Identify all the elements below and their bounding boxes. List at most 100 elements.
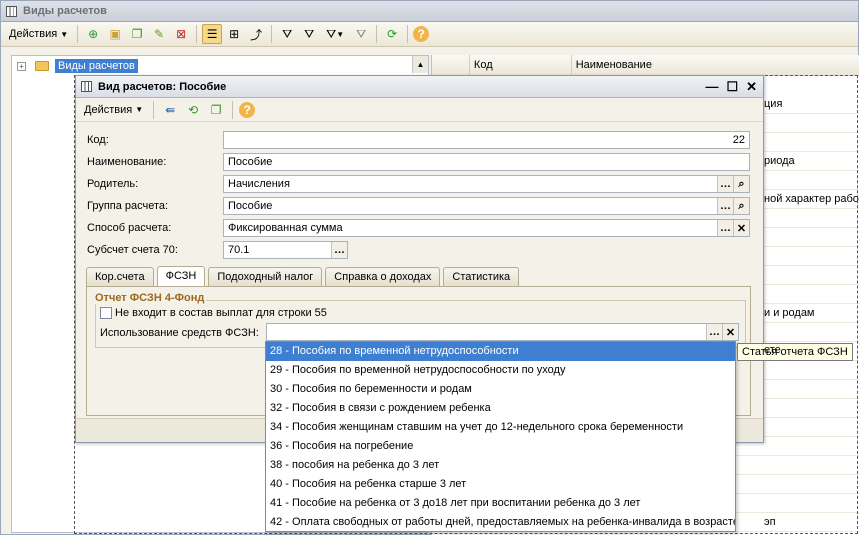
- usage-dropdown-list[interactable]: 28 - Пособия по временной нетрудоспособн…: [265, 341, 736, 532]
- clear-icon[interactable]: ✕: [733, 220, 749, 236]
- list-col-icon[interactable]: [432, 55, 470, 75]
- dropdown-item[interactable]: 41 - Пособие на ребенка от 3 до18 лет пр…: [266, 494, 735, 513]
- dialog-window-icon: [81, 81, 92, 92]
- dropdown-item[interactable]: 38 - пособия на ребенка до 3 лет: [266, 456, 735, 475]
- dialog-actions-menu[interactable]: Действия ▼: [80, 100, 147, 120]
- select-button[interactable]: …: [717, 198, 733, 214]
- actions-menu-label: Действия: [9, 28, 58, 40]
- dialog-title: Вид расчетов: Пособие: [98, 80, 227, 93]
- window-icon: [6, 5, 17, 17]
- maximize-icon[interactable]: ☐: [726, 79, 738, 95]
- dialog-titlebar[interactable]: Вид расчетов: Пособие — ☐ ✕: [76, 76, 763, 98]
- dropdown-item[interactable]: 40 - Пособия на ребенка старше 3 лет: [266, 475, 735, 494]
- toolbar-separator: [153, 100, 155, 119]
- filter-list-icon[interactable]: ⛛ ▼: [321, 24, 349, 44]
- add-icon[interactable]: ⊕: [83, 24, 103, 44]
- folder-icon: [35, 61, 49, 71]
- save-close-icon[interactable]: ⇚: [160, 100, 180, 120]
- dropdown-item[interactable]: 36 - Пособия на погребение: [266, 437, 735, 456]
- up-level-icon[interactable]: ⤴: [246, 24, 266, 44]
- search-icon[interactable]: ⌕: [733, 198, 749, 214]
- filter-set-icon[interactable]: ⛛: [299, 24, 319, 44]
- usage-field[interactable]: … ✕: [266, 323, 739, 341]
- hierarchy-icon[interactable]: ⊞: [224, 24, 244, 44]
- list-col-name[interactable]: Наименование: [572, 55, 859, 75]
- close-icon[interactable]: ✕: [746, 79, 757, 95]
- dropdown-item[interactable]: 29 - Пособия по временной нетрудоспособн…: [266, 361, 735, 380]
- toolbar-separator: [376, 25, 378, 43]
- minimize-icon[interactable]: —: [705, 79, 718, 95]
- search-icon[interactable]: ⌕: [733, 176, 749, 192]
- subaccount-field[interactable]: 70.1 …: [223, 241, 348, 259]
- tab-fszn[interactable]: ФСЗН: [156, 266, 206, 287]
- tab-statistics[interactable]: Статистика: [443, 267, 520, 286]
- filter-off-icon[interactable]: ⛛: [351, 24, 371, 44]
- toolbar-separator: [271, 25, 273, 43]
- tree-row-root[interactable]: + Виды расчетов: [12, 57, 428, 75]
- calc-group-value: Пособие: [228, 200, 273, 212]
- dialog-toolbar: Действия ▼ ⇚ ⟲ ❐ ?: [76, 98, 763, 122]
- edit-icon[interactable]: ✎: [149, 24, 169, 44]
- copy-icon[interactable]: ❐: [127, 24, 147, 44]
- tab-income-tax[interactable]: Подоходный налог: [208, 267, 323, 286]
- expand-icon[interactable]: +: [17, 61, 26, 71]
- actions-menu[interactable]: Действия ▼: [5, 24, 72, 44]
- calc-method-value: Фиксированная сумма: [228, 222, 343, 234]
- subaccount-label: Субсчет счета 70:: [87, 244, 178, 256]
- toolbar-separator: [196, 25, 198, 43]
- copy-new-icon[interactable]: ❐: [206, 100, 226, 120]
- refresh-icon[interactable]: ⟳: [382, 24, 402, 44]
- dropdown-item[interactable]: 28 - Пособия по временной нетрудоспособн…: [266, 342, 735, 361]
- select-button[interactable]: …: [706, 324, 722, 340]
- checkbox-label[interactable]: Не входит в состав выплат для строки 55: [115, 307, 327, 319]
- list-row-fragment: ете: [764, 344, 781, 356]
- calc-group-field[interactable]: Пособие … ⌕: [223, 197, 750, 215]
- window-controls: — ☐ ✕: [705, 79, 757, 95]
- help-icon[interactable]: ?: [239, 101, 256, 118]
- tab-strip: Кор.счета ФСЗН Подоходный налог Справка …: [86, 266, 520, 287]
- parent-value: Начисления: [228, 178, 290, 190]
- parent-label: Родитель:: [87, 178, 139, 190]
- usage-label: Использование средств ФСЗН:: [100, 327, 259, 339]
- calc-method-field[interactable]: Фиксированная сумма … ✕: [223, 219, 750, 237]
- tree-root-label[interactable]: Виды расчетов: [55, 59, 138, 73]
- add-group-icon[interactable]: ▣: [105, 24, 125, 44]
- exclude-line55-checkbox[interactable]: [100, 307, 112, 319]
- select-button[interactable]: …: [717, 176, 733, 192]
- select-button[interactable]: …: [331, 242, 347, 258]
- dropdown-arrow-icon: ▼: [60, 29, 69, 39]
- window-title: Виды расчетов: [23, 5, 107, 17]
- dropdown-arrow-icon: ▼: [135, 105, 144, 114]
- selection-frame: [74, 533, 858, 534]
- dropdown-item[interactable]: 34 - Пособия женщинам ставшим на учет до…: [266, 418, 735, 437]
- main-toolbar: Действия ▼ ⊕ ▣ ❐ ✎ ⊠ ☰ ⊞ ⤴ ⛛ ⛛ ⛛ ▼ ⛛ ⟳ ?: [1, 22, 858, 47]
- delete-icon[interactable]: ⊠: [171, 24, 191, 44]
- dropdown-item[interactable]: 30 - Пособия по беременности и родам: [266, 380, 735, 399]
- toolbar-separator: [232, 100, 234, 119]
- clear-icon[interactable]: ✕: [722, 324, 738, 340]
- help-icon[interactable]: ?: [413, 26, 430, 42]
- dropdown-item[interactable]: 32 - Пособия в связи с рождением ребенка: [266, 399, 735, 418]
- list-header: Код Наименование: [432, 55, 859, 76]
- window-titlebar: Виды расчетов: [1, 1, 858, 22]
- tab-income-certificate[interactable]: Справка о доходах: [325, 267, 441, 286]
- tooltip: Статья отчета ФСЗН: [737, 343, 853, 361]
- tree-mode-icon[interactable]: ☰: [202, 24, 223, 44]
- list-col-code[interactable]: Код: [470, 55, 572, 75]
- reread-icon[interactable]: ⟲: [183, 100, 203, 120]
- tree-scroll-up-icon[interactable]: ▲: [412, 56, 428, 73]
- parent-field[interactable]: Начисления … ⌕: [223, 175, 750, 193]
- name-label: Наименование:: [87, 156, 167, 168]
- select-button[interactable]: …: [717, 220, 733, 236]
- selection-frame: [857, 75, 858, 534]
- name-field[interactable]: Пособие: [223, 153, 750, 171]
- toolbar-separator: [407, 25, 409, 43]
- code-field[interactable]: 22: [223, 131, 750, 149]
- filter-icon[interactable]: ⛛: [277, 24, 297, 44]
- dropdown-item[interactable]: 42 - Оплата свободных от работы дней, пр…: [266, 513, 735, 532]
- subaccount-value: 70.1: [228, 244, 250, 256]
- dialog-actions-label: Действия: [84, 103, 133, 116]
- calc-method-label: Способ расчета:: [87, 222, 172, 234]
- calc-group-label: Группа расчета:: [87, 200, 169, 212]
- tab-kor-scheta[interactable]: Кор.счета: [86, 267, 154, 286]
